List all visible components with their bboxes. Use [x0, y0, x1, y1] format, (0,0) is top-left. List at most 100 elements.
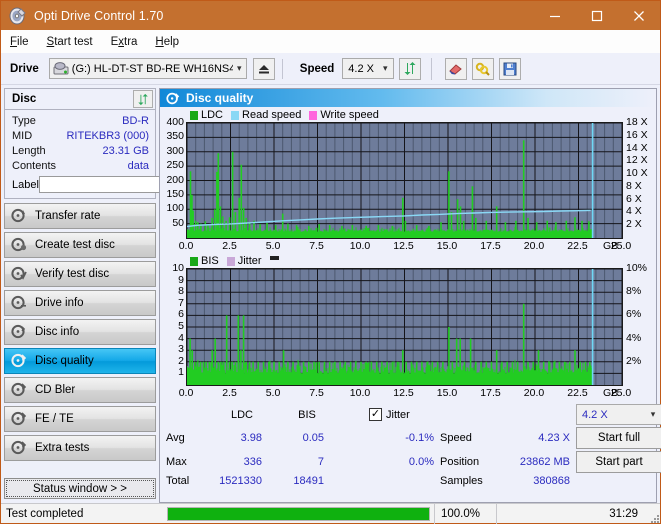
sidebar-item-disc-quality[interactable]: Disc quality — [4, 348, 156, 374]
disc-length-label: Length — [12, 144, 46, 157]
app-window: Opti Drive Control 1.70 File Start test … — [1, 1, 661, 524]
legend-label: Write speed — [320, 109, 379, 121]
stats-total-ldc: 1521330 — [219, 475, 262, 487]
disc-row-length: Length 23.31 GB — [12, 143, 149, 158]
x-axis-unit: GB — [603, 240, 619, 252]
sidebar-item-drive-info[interactable]: Drive info — [4, 290, 156, 316]
panel-header: Disc quality — [160, 89, 656, 107]
stats-total-bis: 18491 — [293, 475, 324, 487]
resize-grip[interactable] — [646, 504, 660, 524]
y-tick-label: 5 — [178, 320, 184, 332]
chart-ldc: LDC Read speed Write speed 50 100 150 200 25… — [160, 107, 656, 253]
y2-tick-label: 10 X — [626, 167, 648, 180]
disc-info2-icon — [11, 324, 28, 340]
disc-write-icon — [11, 237, 28, 253]
disc-row-contents: Contents data — [12, 158, 149, 173]
chart-ldc-y2-axis: 2 X4 X6 X8 X 10 X 12 X 14 X 16 X 18 X — [623, 116, 656, 237]
x-tick-label: 17.5 — [480, 240, 501, 252]
stats-row-total-label: Total — [166, 475, 190, 487]
start-part-button[interactable]: Start part — [576, 451, 661, 473]
close-button[interactable] — [618, 1, 660, 30]
y2-tick-label: 8 X — [626, 179, 642, 192]
stats-samples-label: Samples — [440, 475, 483, 487]
menu-file[interactable]: File — [10, 34, 40, 50]
refresh-button[interactable] — [399, 57, 422, 80]
y2-tick-label: 18 X — [626, 116, 648, 128]
erase-button[interactable] — [445, 57, 468, 80]
save-button[interactable] — [499, 57, 522, 80]
x-tick-label: 5.0 — [265, 387, 281, 399]
sidebar-item-create-test-disc[interactable]: Create test disc — [4, 232, 156, 258]
disc-fete-icon — [11, 411, 28, 427]
disc-properties: Type BD-R MID RITEKBR3 (000) Length 23.3… — [5, 110, 238, 198]
disc-arrow-icon — [11, 208, 28, 224]
y-tick-label: 2 — [178, 354, 184, 367]
speed-select[interactable]: 4.2 X ▾ — [342, 58, 395, 79]
jitter-checkbox[interactable]: ✓ — [369, 408, 382, 421]
chevron-down-icon: ▾ — [650, 409, 656, 419]
drive-select[interactable]: (G:) HL-DT-ST BD-RE WH16NS48 1.D3 ▾ — [48, 58, 247, 79]
disc-row-mid: MID RITEKBR3 (000) — [12, 128, 149, 143]
chart-ldc-x-axis: 0.0 2.5 5.0 7.5 10.0 12.5 15.0 17.5 20.0 22.5 25.0… — [179, 239, 632, 253]
disc-panel-header: Disc — [5, 89, 155, 110]
chart-ldc-plot — [186, 122, 623, 239]
result-speed-select[interactable]: 4.2 X ▾ — [576, 404, 661, 425]
sidebar-item-label: Disc info — [35, 326, 80, 338]
stats-avg-bis: 0.05 — [302, 432, 324, 444]
status-bar: Test completed 100.0% 31:29 — [1, 503, 660, 524]
stats-header-jitter: Jitter — [386, 408, 410, 421]
disc-type-value: BD-R — [122, 114, 149, 127]
x-tick-label: 10.0 — [349, 387, 371, 399]
status-text: Test completed — [6, 507, 84, 520]
main-panel: Disc quality LDC Read speed Write speed … — [159, 85, 661, 503]
sidebar-item-label: FE / TE — [35, 413, 74, 425]
sidebar-item-fe-te[interactable]: FE / TE — [4, 406, 156, 432]
menu-start-test[interactable]: Start test — [47, 34, 104, 50]
disc-quality-icon — [166, 92, 180, 105]
legend-ldc: LDC — [190, 109, 223, 121]
y-tick-label: 150 — [166, 187, 184, 200]
window-title: Opti Drive Control 1.70 — [34, 8, 164, 23]
menu-help[interactable]: Help — [155, 34, 190, 50]
keys-button[interactable] — [472, 57, 495, 80]
sidebar-item-cd-bler[interactable]: CD Bler — [4, 377, 156, 403]
stats-header-ldc: LDC — [230, 408, 253, 421]
sidebar-item-extra-tests[interactable]: Extra tests — [4, 435, 156, 461]
menu-extra[interactable]: Extra — [111, 34, 149, 50]
x-axis-unit: GB — [603, 387, 619, 399]
disc-panel-title: Disc — [12, 93, 37, 105]
disc-bler-icon — [11, 382, 28, 398]
disc-label-label: Label — [12, 178, 39, 191]
stats-speed-value: 4.23 X — [538, 432, 570, 444]
start-full-button[interactable]: Start full — [576, 427, 661, 449]
disc-refresh-button[interactable] — [133, 90, 153, 108]
chart-bis-plotrow: 1 2 3 4 5 6 7 8 9 10 2% 4% 6% 8% 10% — [160, 262, 656, 386]
chart-bis-plot — [186, 268, 623, 386]
status-window-button[interactable]: Status window > > — [4, 478, 156, 499]
maximize-button[interactable] — [576, 1, 618, 30]
panel-title: Disc quality — [186, 91, 254, 105]
sidebar-item-label: Transfer rate — [35, 210, 101, 222]
sidebar-item-label: Disc quality — [35, 355, 94, 367]
drive-toolbar: Drive (G:) HL-DT-ST BD-RE WH16NS48 1.D3 … — [1, 53, 660, 85]
x-tick-label: 22.5 — [567, 387, 588, 399]
minimize-button[interactable] — [534, 1, 576, 30]
sidebar-nav: Transfer rate Create test disc Verify te… — [4, 203, 156, 461]
y-tick-label: 400 — [166, 116, 184, 128]
elapsed-time: 31:29 — [496, 503, 646, 524]
y-tick-label: 9 — [178, 273, 184, 286]
app-disc-icon — [9, 7, 27, 25]
status-window-label: Status window > > — [33, 482, 127, 495]
x-tick-label: 20.0 — [523, 240, 545, 252]
drive-device-icon — [53, 61, 69, 76]
legend-swatch-bis — [190, 256, 198, 266]
stats-max-jitter: 0.0% — [408, 456, 434, 468]
stats-samples-value: 380868 — [533, 475, 570, 487]
sidebar-item-verify-test-disc[interactable]: Verify test disc — [4, 261, 156, 287]
eject-button[interactable] — [252, 57, 275, 80]
sidebar-item-transfer-rate[interactable]: Transfer rate — [4, 203, 156, 229]
stats-row-max-label: Max — [166, 456, 187, 468]
y-tick-label: 6 — [178, 308, 184, 321]
sidebar-item-disc-info[interactable]: Disc info — [4, 319, 156, 345]
x-tick-label: 5.0 — [265, 240, 281, 252]
